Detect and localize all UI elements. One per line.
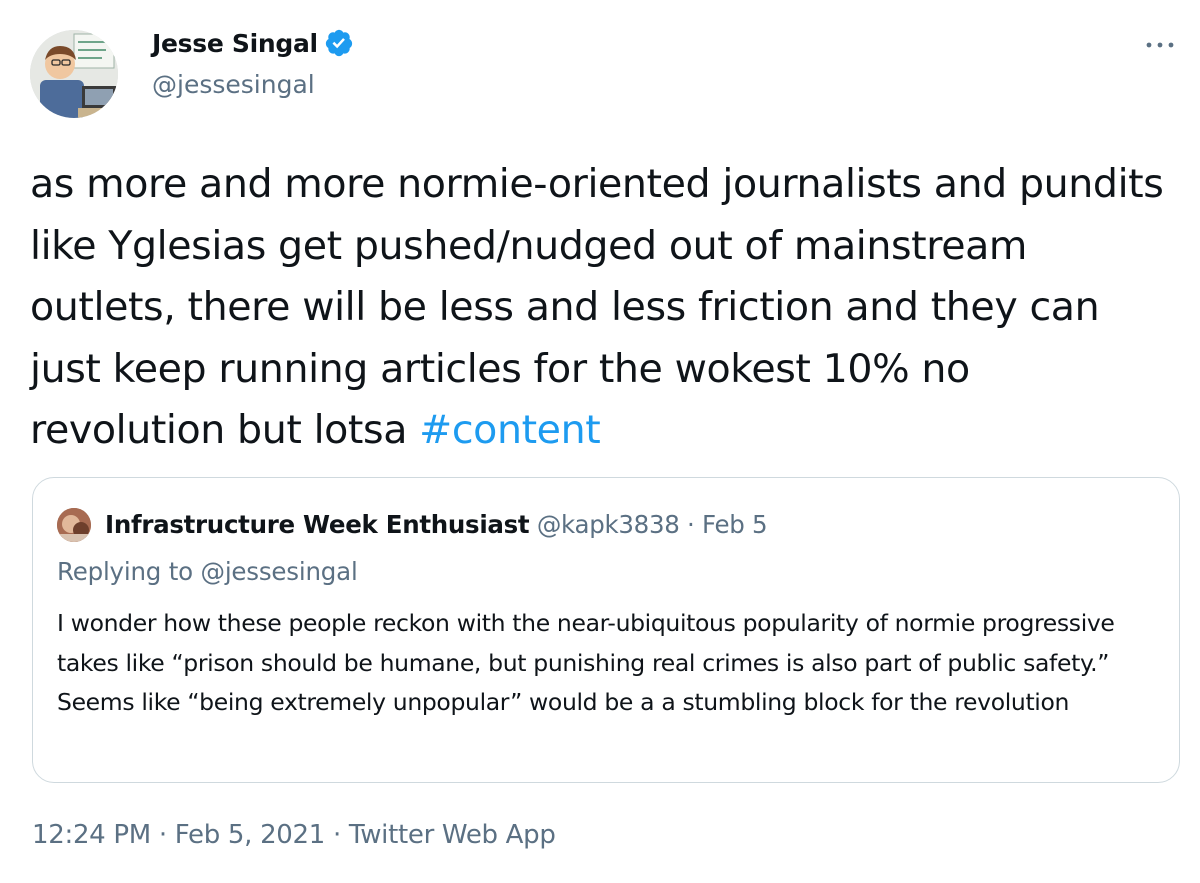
hashtag-link[interactable]: #content <box>419 407 601 453</box>
more-options-icon[interactable] <box>1140 33 1180 57</box>
quoted-author-avatar <box>57 508 91 542</box>
quoted-author-handle[interactable]: @kapk3838 <box>537 510 680 539</box>
quoted-date[interactable]: Feb 5 <box>702 510 768 539</box>
avatar-illustration <box>30 30 118 118</box>
author-name[interactable]: Jesse Singal <box>152 28 354 58</box>
quoted-tweet-header: Infrastructure Week Enthusiast @kapk3838… <box>105 508 768 542</box>
tweet-text: as more and more normie-oriented journal… <box>30 154 1170 462</box>
tweet-timestamp[interactable]: 12:24 PM · Feb 5, 2021 · Twitter Web App <box>32 820 556 850</box>
verified-badge-icon <box>324 28 354 58</box>
quoted-tweet-card[interactable]: Infrastructure Week Enthusiast @kapk3838… <box>32 477 1180 783</box>
replying-to-label: Replying to <box>57 557 201 586</box>
tweet-body-text: as more and more normie-oriented journal… <box>30 161 1176 453</box>
quoted-tweet-text: I wonder how these people reckon with th… <box>57 609 1115 716</box>
replying-to-handle[interactable]: @jessesingal <box>201 557 358 586</box>
author-handle[interactable]: @jessesingal <box>152 70 315 99</box>
author-avatar[interactable] <box>30 30 118 118</box>
author-name-text[interactable]: Jesse Singal <box>152 29 318 58</box>
quoted-author-name[interactable]: Infrastructure Week Enthusiast <box>105 510 530 539</box>
quoted-separator: · <box>687 510 703 539</box>
replying-to-line: Replying to @jessesingal <box>57 557 358 586</box>
